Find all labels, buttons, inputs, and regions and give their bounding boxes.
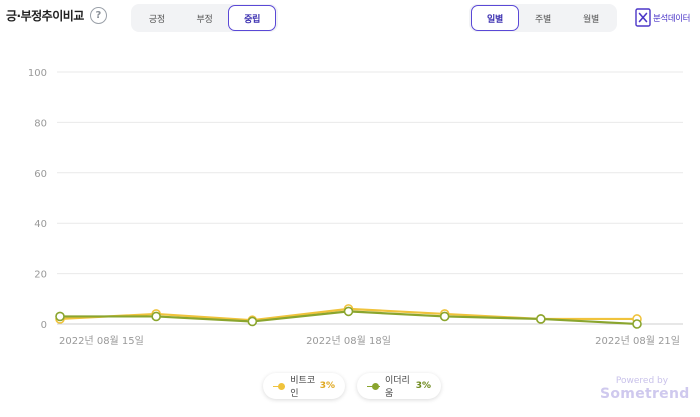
legend-marker-ethereum	[367, 382, 380, 390]
y-tick-label: 80	[34, 118, 47, 129]
legend-item-bitcoin[interactable]: 비트코인 3%	[263, 373, 345, 399]
y-tick-label: 60	[34, 169, 47, 180]
data-point-1-3	[343, 306, 354, 317]
period-toggle: 일별 주별 월별	[469, 4, 617, 32]
data-point-1-5	[536, 314, 546, 324]
legend-label-bitcoin: 비트코인	[290, 376, 316, 399]
tab-weekly[interactable]: 주별	[519, 5, 567, 31]
page-title: 긍·부정추이비교	[6, 9, 84, 23]
powered-by-logo: Powered by Sometrend	[600, 376, 690, 402]
excel-x-icon	[635, 8, 651, 27]
tab-daily[interactable]: 일별	[471, 5, 519, 31]
tab-neutral[interactable]: 중립	[228, 5, 276, 31]
legend-pct-ethereum: 3%	[415, 381, 431, 391]
y-tick-label: 100	[28, 68, 47, 79]
tab-positive[interactable]: 긍정	[133, 5, 181, 31]
y-tick-label: 20	[34, 270, 47, 281]
legend-pct-bitcoin: 3%	[319, 381, 335, 391]
export-data-button[interactable]: 분석데이터	[635, 8, 691, 27]
powered-by-text: Powered by	[615, 376, 669, 386]
brand-logo: Sometrend	[600, 386, 690, 402]
help-icon[interactable]: ?	[89, 7, 107, 24]
sentiment-toggle: 긍정 부정 중립	[131, 4, 278, 32]
data-point-1-1	[151, 311, 161, 322]
y-tick-label: 0	[41, 320, 47, 331]
chart-header: 긍·부정추이비교 ?	[6, 7, 107, 24]
data-point-1-4	[439, 311, 450, 322]
export-label: 분석데이터	[653, 13, 691, 24]
data-point-1-2	[247, 316, 258, 327]
y-tick-label: 40	[34, 219, 47, 230]
data-point-1-6	[632, 319, 642, 329]
tab-negative[interactable]: 부정	[181, 5, 229, 31]
tab-monthly[interactable]: 월별	[567, 5, 615, 31]
x-tick-label: 2022년 08월 15일	[59, 335, 144, 347]
trend-line-chart: 0 20 40 60 80 100 2022년 08월 15일 2022년 08월 18일 20…	[28, 68, 683, 347]
legend-item-ethereum[interactable]: 이더리움 3%	[357, 373, 441, 399]
legend-label-ethereum: 이더리움	[384, 376, 410, 399]
legend-marker-bitcoin	[273, 382, 286, 390]
x-tick-label: 2022년 08월 18일	[306, 335, 391, 347]
x-tick-label: 2022년 08월 21일	[595, 335, 680, 347]
data-point-1-0	[55, 311, 65, 322]
